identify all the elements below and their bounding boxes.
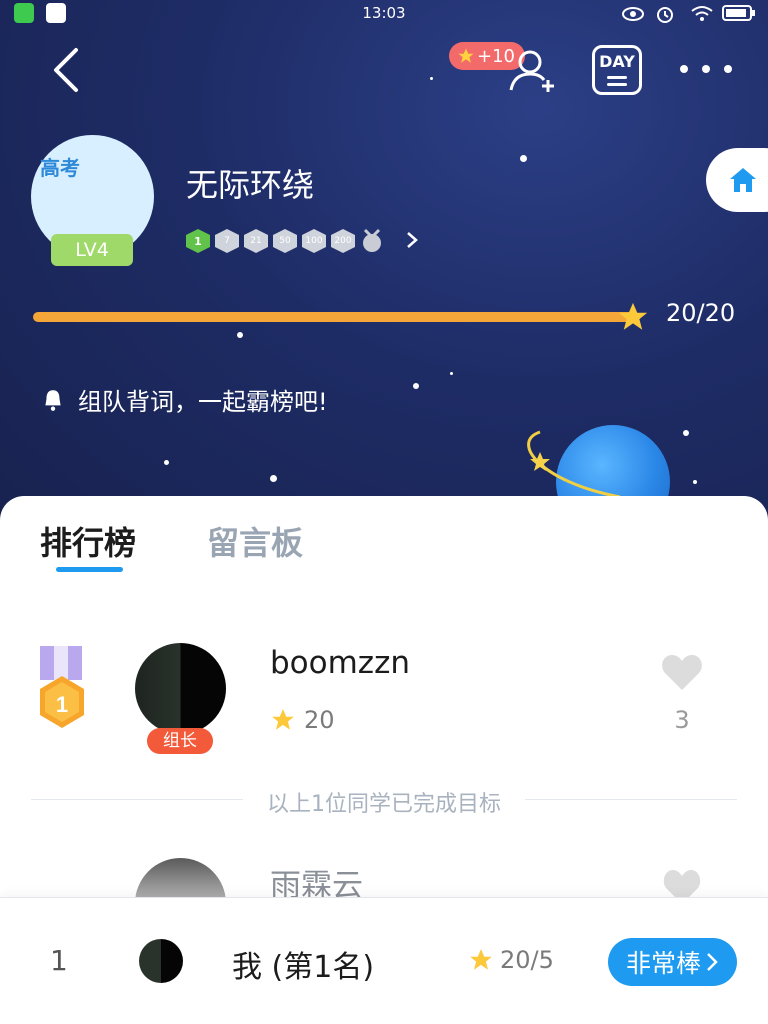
sky-star-icon [413, 383, 419, 389]
tab-leaderboard[interactable]: 排行榜 [40, 518, 136, 564]
tab-message-board[interactable]: 留言板 [207, 518, 303, 564]
milestone-badge-icon: 200 [331, 229, 355, 253]
sky-star-icon [450, 372, 453, 375]
bell-icon [45, 389, 61, 411]
my-name: 我 (第1名) [232, 950, 375, 985]
home-icon [730, 168, 756, 192]
more-options-button[interactable] [680, 58, 732, 80]
svg-text:1: 1 [56, 692, 68, 717]
sky-star-icon [430, 77, 433, 80]
avatar-tag: 高考 [40, 156, 80, 180]
member-name: boomzzn [270, 645, 410, 681]
gold-medal-icon: 1 [40, 646, 84, 728]
divider [525, 799, 737, 800]
add-friend-button[interactable] [506, 48, 556, 94]
my-score: 20/5 [468, 946, 554, 974]
sky-star-icon [270, 475, 277, 482]
day-button-label: DAY [599, 52, 635, 71]
team-notice: 组队背词，一起霸榜吧! [40, 382, 328, 417]
hero-banner [0, 0, 768, 540]
sky-star-icon [237, 332, 243, 338]
member-score: 20 [270, 706, 335, 734]
member-score-value: 20 [304, 706, 335, 734]
star-icon [272, 709, 294, 730]
star-icon [458, 48, 474, 63]
like-count: 3 [674, 706, 690, 734]
avatar[interactable] [135, 643, 226, 734]
team-name: 无际环绕 [186, 166, 315, 204]
alarm-icon [657, 7, 673, 23]
divider [31, 799, 243, 800]
chevron-right-icon [707, 953, 718, 971]
wifi-icon [691, 6, 713, 21]
milestone-badge-icon: 21 [244, 229, 268, 253]
progress-bar [33, 312, 635, 322]
level-badge: LV4 [51, 234, 133, 266]
cta-label: 非常棒 [625, 949, 701, 978]
sky-star-icon [164, 460, 169, 465]
star-icon [618, 302, 648, 330]
trophy-badge-icon [363, 228, 381, 252]
progress-text: 20/20 [666, 299, 736, 327]
status-time: 13:03 [362, 4, 406, 22]
daily-checkin-button[interactable]: DAY [592, 45, 642, 95]
star-icon [470, 949, 492, 970]
like-heart-button[interactable] [660, 652, 704, 692]
chevron-right-icon[interactable] [402, 228, 422, 252]
great-job-button[interactable]: 非常棒 [608, 938, 737, 986]
home-button[interactable] [706, 148, 768, 212]
leader-tag: 组长 [147, 728, 213, 754]
milestone-badge-icon: 7 [215, 229, 239, 253]
tab-indicator [56, 567, 123, 572]
milestone-badge-icon: 50 [273, 229, 297, 253]
my-rank-number: 1 [50, 944, 68, 977]
notice-text: 组队背词，一起霸榜吧! [78, 388, 328, 416]
milestone-badge-icon: 1 [186, 229, 210, 253]
eye-icon [622, 7, 644, 21]
sky-star-icon [520, 155, 527, 162]
avatar [139, 939, 183, 983]
milestone-badge-icon: 100 [302, 229, 326, 253]
goal-divider-text: 以上1位同学已完成目标 [267, 792, 501, 817]
milestone-badges[interactable]: 1 7 21 50 100 200 [186, 228, 384, 254]
my-score-value: 20/5 [500, 946, 554, 974]
back-button[interactable] [44, 42, 88, 98]
status-bar: 13:03 [0, 0, 768, 28]
battery-icon [722, 5, 755, 21]
